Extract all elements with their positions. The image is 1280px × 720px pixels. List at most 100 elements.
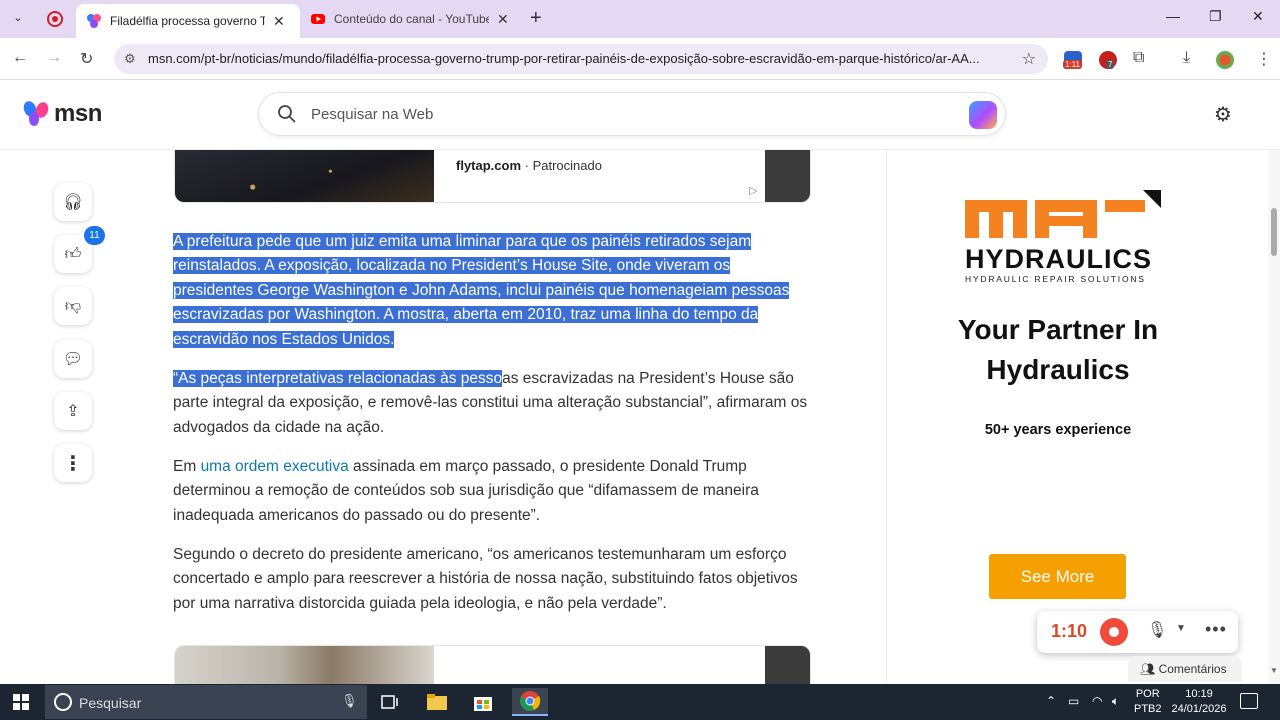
system-clock[interactable]: 10:19 24/01/2026 [1170, 687, 1228, 717]
scrollbar-thumb[interactable] [1271, 208, 1277, 256]
dislike-button[interactable]: 👎︎ [54, 287, 92, 325]
ad-sponsored-label: Patrocinado [532, 158, 602, 173]
clock-date: 24/01/2026 [1171, 703, 1227, 715]
taskbar-mic-icon[interactable]: 🎙︎ [341, 693, 358, 709]
card-image-person [175, 646, 434, 685]
youtube-favicon-icon [311, 14, 325, 24]
stop-recording-button[interactable] [1100, 618, 1128, 646]
ad-experience: 50+ years experience [984, 422, 1132, 438]
share-button[interactable]: ⇪ [54, 392, 92, 430]
minimize-icon[interactable]: — [1166, 8, 1180, 24]
battery-icon[interactable]: ▭ [1068, 694, 1079, 708]
msn-logo[interactable]: msn [22, 100, 102, 128]
executive-order-link[interactable]: uma ordem executiva [201, 458, 349, 475]
web-search-box[interactable]: Pesquisar na Web [258, 92, 1006, 136]
highlighted-text: A prefeitura pede que um juiz emita uma … [173, 233, 790, 348]
hydraulics-ad[interactable]: HYDRAULICS HYDRAULIC REPAIR SOLUTIONS Yo… [940, 180, 1180, 620]
search-icon [278, 105, 296, 123]
url-text[interactable]: msn.com/pt-br/noticias/mundo/filadélfia-… [148, 51, 1018, 66]
article-paragraph-1: A prefeitura pede que um juiz emita uma … [173, 230, 813, 352]
comments-icon: 👥︎ [1140, 662, 1156, 676]
windows-start-icon[interactable] [13, 694, 29, 710]
search-placeholder: Pesquisar na Web [311, 106, 434, 123]
browser-toolbar: ← → ↻ ⚙ msn.com/pt-br/noticias/mundo/fil… [0, 38, 1280, 80]
like-count-badge: 11 [84, 226, 105, 245]
download-icon[interactable]: ⤓ [1183, 49, 1190, 67]
forward-arrow-icon[interactable]: → [46, 49, 62, 67]
extension-adblock-badge: 7 [1106, 60, 1115, 69]
tab-search-chevron-icon[interactable]: ⌄ [8, 8, 28, 28]
address-bar[interactable]: ⚙ msn.com/pt-br/noticias/mundo/filadélfi… [114, 44, 1048, 74]
site-info-icon[interactable]: ⚙ [124, 51, 136, 67]
msn-butterfly-icon [23, 101, 49, 126]
tab-title: Conteúdo do canal - YouTube Studio [334, 12, 489, 26]
back-arrow-icon[interactable]: ← [12, 49, 28, 67]
ad-source: flytap.com [456, 158, 522, 173]
column-divider [886, 150, 887, 685]
more-options-button[interactable]: ⋮ [54, 444, 92, 482]
msn-favicon-icon [87, 14, 101, 28]
ad-tagline: HYDRAULIC REPAIR SOLUTIONS [965, 274, 1146, 284]
new-tab-plus-icon[interactable]: + [530, 7, 542, 30]
profile-avatar[interactable] [1216, 51, 1234, 69]
close-window-icon[interactable]: ✕ [1252, 8, 1264, 25]
ad-headline: Your Partner In Hydraulics [957, 314, 1159, 385]
browser-menu-icon[interactable]: ⋮ [1256, 49, 1272, 69]
settings-gear-icon[interactable]: ⚙ [1214, 102, 1232, 127]
file-explorer-icon[interactable] [419, 688, 455, 716]
page-scrollbar[interactable]: ▼ [1268, 150, 1280, 685]
microphone-icon[interactable]: 🎙︎ [1147, 620, 1167, 640]
tray-chevron-icon[interactable]: ⌃ [1046, 694, 1056, 708]
restore-window-icon[interactable]: ❐ [1209, 8, 1222, 25]
ad-brand: HYDRAULICS [965, 244, 1153, 274]
listen-headphones-button[interactable]: 🎧︎ [54, 183, 92, 221]
recording-indicator-icon[interactable] [47, 11, 63, 27]
copilot-icon[interactable] [969, 101, 997, 129]
highlighted-text: “As peças interpretativas relacionadas à… [173, 370, 503, 387]
adchoices-icon[interactable]: ▷ [749, 184, 757, 197]
tab-msn-article[interactable]: Filadélfia processa governo Trump ✕ [76, 4, 300, 38]
bookmark-star-icon[interactable]: ☆ [1022, 49, 1036, 69]
paragraph-text: Segundo o decreto do presidente american… [173, 546, 798, 612]
tab-youtube-studio[interactable]: Conteúdo do canal - YouTube Studio ✕ [300, 4, 524, 34]
ad-dark-panel [765, 150, 810, 202]
reload-icon[interactable]: ↻ [80, 49, 93, 69]
next-card[interactable] [174, 645, 811, 685]
comment-button[interactable]: 💬︎ [54, 340, 92, 378]
microsoft-store-icon[interactable] [465, 688, 501, 716]
msn-header: msn Pesquisar na Web ⚙ [0, 80, 1280, 150]
comments-label: Comentários [1158, 662, 1227, 676]
close-tab-icon[interactable]: ✕ [273, 13, 285, 30]
taskbar-search-box[interactable]: Pesquisar 🎙︎ [45, 685, 367, 719]
extensions-puzzle-icon[interactable]: ⧉ [1133, 49, 1144, 67]
mic-options-chevron-icon[interactable]: ▼ [1176, 623, 1186, 634]
input-language[interactable]: POR PTB2 [1134, 687, 1162, 717]
tab-title: Filadélfia processa governo Trump [110, 14, 265, 28]
more-horizontal-icon[interactable]: ••• [1205, 619, 1227, 640]
ad-source-line: flytap.com · Patrocinado [456, 158, 602, 173]
notifications-icon[interactable] [1240, 693, 1258, 709]
comments-button[interactable]: 👥︎ Comentários [1128, 656, 1242, 682]
thumbs-down-icon: 👎︎ [64, 297, 82, 315]
article-paragraph-4: Segundo o decreto do presidente american… [173, 543, 813, 616]
chrome-taskbar-icon[interactable] [512, 688, 548, 716]
see-more-button[interactable]: See More [989, 554, 1126, 599]
share-icon: ⇪ [66, 403, 80, 420]
volume-icon[interactable]: 🔈︎ [1112, 694, 1119, 709]
recording-time: 1:10 [1051, 621, 1088, 641]
cortana-circle-icon [54, 693, 72, 711]
wifi-icon[interactable]: ◠ [1092, 694, 1102, 708]
article-paragraph-2: “As peças interpretativas relacionadas à… [173, 367, 813, 440]
card-dark-panel [765, 646, 810, 685]
clock-time: 10:19 [1185, 688, 1213, 700]
paragraph-text: Em [173, 458, 201, 475]
article-paragraph-3: Em uma ordem executiva assinada em março… [173, 455, 813, 528]
screen-recorder-widget: 1:10 🎙︎ ▼ ••• [1037, 611, 1238, 653]
close-tab-icon[interactable]: ✕ [497, 11, 509, 28]
headphones-icon: 🎧︎ [62, 194, 84, 211]
taskbar-search-placeholder: Pesquisar [79, 695, 142, 711]
task-view-icon[interactable] [372, 688, 408, 716]
sponsored-ad-card[interactable]: flytap.com · Patrocinado ▷ [174, 150, 811, 203]
ad-image-city-night [175, 150, 434, 202]
scroll-down-arrow-icon[interactable]: ▼ [1270, 666, 1278, 675]
